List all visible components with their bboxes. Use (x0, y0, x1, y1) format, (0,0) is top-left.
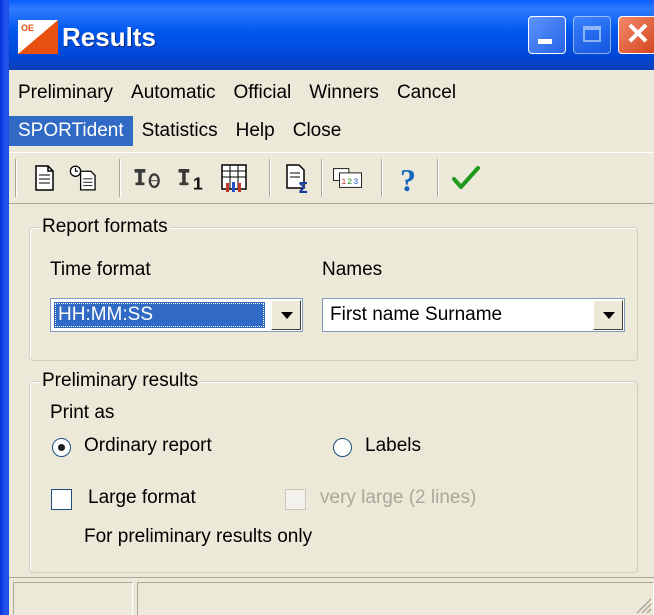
time-format-value: HH:MM:SS (54, 302, 265, 328)
menu-preliminary[interactable]: Preliminary (9, 78, 122, 108)
chevron-down-icon[interactable] (593, 300, 623, 330)
sum-report-icon[interactable]: Σ (281, 161, 315, 195)
print-as-label: Print as (50, 402, 115, 423)
large-format-label[interactable]: Large format (88, 487, 196, 509)
menu-bar: Preliminary Automatic Official Winners C… (9, 70, 654, 154)
report-formats-legend: Report formats (40, 216, 170, 238)
status-bar (9, 577, 654, 615)
menu-statistics[interactable]: Statistics (133, 116, 227, 146)
maximize-icon (583, 26, 601, 42)
names-select[interactable]: First name Surname (322, 298, 625, 332)
preliminary-note: For preliminary results only (84, 526, 313, 547)
window-title: Results (62, 22, 156, 52)
menu-close[interactable]: Close (284, 116, 351, 146)
preliminary-results-legend: Preliminary results (40, 370, 201, 392)
svg-text:3: 3 (353, 177, 358, 187)
check-icon[interactable] (449, 161, 483, 195)
toolbar: 1 Σ 1 2 3 ? (9, 152, 654, 204)
svg-text:Σ: Σ (298, 179, 308, 195)
trophy-one-icon[interactable]: 1 (175, 161, 209, 195)
menu-help[interactable]: Help (227, 116, 284, 146)
help-icon[interactable]: ? (393, 161, 427, 195)
menu-automatic[interactable]: Automatic (122, 78, 224, 108)
menu-sportident[interactable]: SPORTident (9, 116, 133, 146)
toolbar-separator (321, 159, 323, 197)
ordinary-report-label[interactable]: Ordinary report (84, 435, 212, 457)
very-large-label: very large (2 lines) (320, 487, 477, 508)
title-bar[interactable]: OE Results ✕ (0, 0, 654, 70)
menu-official[interactable]: Official (225, 78, 301, 108)
resize-grip-icon[interactable] (634, 596, 652, 614)
trophy-zero-icon[interactable] (131, 161, 165, 195)
status-pane-2 (137, 582, 654, 615)
numbers-icon[interactable]: 1 2 3 (331, 161, 365, 195)
ordinary-report-radio[interactable] (52, 438, 71, 457)
toolbar-separator (269, 159, 271, 197)
menu-row-1: Preliminary Automatic Official Winners C… (9, 74, 465, 112)
status-pane-1 (13, 582, 133, 615)
minimize-button[interactable] (528, 16, 566, 54)
document-icon[interactable] (27, 161, 61, 195)
menu-cancel[interactable]: Cancel (388, 78, 465, 108)
very-large-checkbox (285, 489, 306, 510)
maximize-button[interactable] (573, 16, 611, 54)
results-window: OE Results ✕ Preliminary Automatic Offic… (0, 0, 654, 615)
menu-row-2: SPORTident Statistics Help Close (9, 112, 350, 150)
names-value: First name Surname (330, 304, 503, 325)
svg-text:?: ? (400, 162, 416, 195)
chevron-down-icon[interactable] (271, 300, 301, 330)
names-label: Names (322, 259, 383, 280)
labels-label[interactable]: Labels (365, 435, 421, 457)
toolbar-separator (437, 159, 439, 197)
close-icon: ✕ (625, 18, 651, 51)
time-format-select[interactable]: HH:MM:SS (50, 298, 303, 332)
table-people-icon[interactable] (217, 161, 251, 195)
close-window-button[interactable]: ✕ (618, 16, 654, 54)
time-format-label: Time format (50, 259, 151, 280)
preliminary-results-group: Preliminary results Print as Ordinary re… (29, 370, 638, 573)
report-formats-group: Report formats Time format Names HH:MM:S… (29, 216, 638, 361)
svg-text:1: 1 (341, 177, 346, 187)
large-format-checkbox[interactable] (51, 489, 72, 510)
labels-radio[interactable] (333, 438, 352, 457)
clock-document-icon[interactable] (67, 161, 101, 195)
app-logo-icon: OE (18, 20, 58, 54)
svg-text:OE: OE (21, 23, 34, 33)
window-frame-left (0, 0, 9, 615)
toolbar-separator (119, 159, 121, 197)
minimize-icon (538, 39, 552, 44)
toolbar-separator (15, 159, 17, 197)
svg-text:1: 1 (193, 174, 203, 194)
menu-winners[interactable]: Winners (300, 78, 388, 108)
toolbar-separator (381, 159, 383, 197)
svg-text:2: 2 (347, 177, 352, 187)
